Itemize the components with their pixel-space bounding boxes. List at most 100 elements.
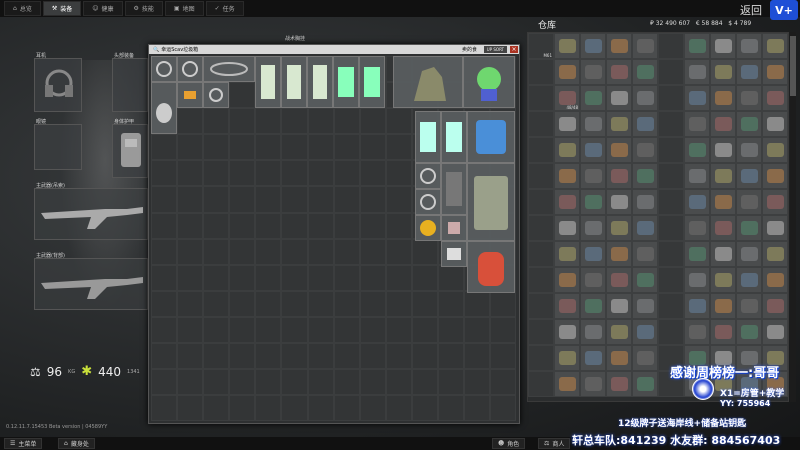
cable-item[interactable]	[151, 56, 177, 82]
stash-cell[interactable]	[658, 85, 684, 111]
stash-cell[interactable]	[710, 267, 736, 293]
container-cell[interactable]	[490, 316, 517, 344]
armor-slot[interactable]	[112, 124, 148, 178]
container-cell[interactable]	[307, 160, 334, 187]
container-cell[interactable]	[151, 238, 178, 265]
stash-cell[interactable]	[684, 319, 710, 345]
primary-weapon-back-slot[interactable]	[34, 258, 148, 310]
circuit-item[interactable]	[441, 111, 467, 163]
stash-cell[interactable]	[762, 163, 788, 189]
container-cell[interactable]	[177, 134, 204, 161]
stash-cell[interactable]	[528, 163, 554, 189]
container-cell[interactable]	[229, 395, 256, 422]
container-cell[interactable]	[255, 160, 282, 187]
container-cell[interactable]	[281, 108, 308, 135]
primary-weapon-sling-slot[interactable]	[34, 188, 148, 240]
container-cell[interactable]	[411, 264, 439, 291]
container-cell[interactable]	[229, 160, 256, 187]
container-cell[interactable]	[255, 290, 282, 317]
stash-scrollbar[interactable]	[790, 32, 796, 402]
container-cell[interactable]	[464, 369, 491, 396]
stash-cell[interactable]	[580, 163, 606, 189]
container-cell[interactable]	[307, 186, 334, 213]
main-menu-button[interactable]: ☰ 主菜单	[4, 438, 43, 449]
stash-cell[interactable]	[710, 85, 736, 111]
stash-cell[interactable]	[762, 137, 788, 163]
container-cell[interactable]	[203, 264, 230, 291]
stash-cell[interactable]	[528, 189, 554, 215]
container-cell[interactable]	[359, 395, 386, 422]
cable-item[interactable]	[415, 163, 441, 189]
stash-cell[interactable]	[762, 215, 788, 241]
stash-cell[interactable]	[710, 215, 736, 241]
stash-cell[interactable]: 48/48	[554, 85, 580, 111]
container-cell[interactable]	[177, 238, 204, 265]
stash-cell[interactable]	[632, 163, 658, 189]
stash-cell[interactable]	[762, 85, 788, 111]
stash-cell[interactable]	[710, 189, 736, 215]
container-cell[interactable]	[359, 160, 386, 187]
container-cell[interactable]	[281, 316, 308, 344]
stash-cell[interactable]	[632, 33, 658, 59]
stash-cell[interactable]	[658, 267, 684, 293]
container-cell[interactable]	[490, 290, 517, 317]
headwear-slot[interactable]	[112, 58, 148, 112]
stash-cell[interactable]	[580, 345, 606, 371]
water-canister-item[interactable]	[467, 111, 515, 163]
stash-cell[interactable]	[762, 267, 788, 293]
container-cell[interactable]	[177, 290, 204, 317]
stash-cell[interactable]	[684, 33, 710, 59]
container-cell[interactable]	[464, 290, 491, 317]
stash-cell[interactable]	[606, 163, 632, 189]
stash-cell[interactable]	[606, 137, 632, 163]
container-cell[interactable]	[333, 212, 360, 239]
container-cell[interactable]	[151, 316, 178, 344]
container-cell[interactable]	[151, 160, 178, 187]
container-cell[interactable]	[229, 369, 256, 396]
container-cell[interactable]	[281, 290, 308, 317]
container-cell[interactable]	[203, 186, 230, 213]
stash-cell[interactable]	[528, 111, 554, 137]
stash-cell[interactable]	[658, 293, 684, 319]
propane-tank-item[interactable]	[467, 241, 515, 293]
container-cell[interactable]	[177, 395, 204, 422]
stash-cell[interactable]	[554, 241, 580, 267]
stash-cell[interactable]	[580, 59, 606, 85]
container-cell[interactable]	[307, 212, 334, 239]
stash-cell[interactable]	[580, 241, 606, 267]
container-cell[interactable]	[151, 186, 178, 213]
stash-cell[interactable]	[736, 215, 762, 241]
container-cell[interactable]	[177, 108, 204, 135]
container-cell[interactable]	[385, 369, 412, 396]
container-cell[interactable]	[385, 238, 412, 265]
container-cell[interactable]	[359, 369, 386, 396]
stash-cell[interactable]	[632, 267, 658, 293]
scrollbar-thumb[interactable]	[790, 36, 796, 96]
container-cell[interactable]	[229, 108, 256, 135]
stash-cell[interactable]	[580, 189, 606, 215]
container-cell[interactable]	[307, 316, 334, 344]
stash-cell[interactable]	[632, 137, 658, 163]
container-cell[interactable]	[438, 369, 465, 396]
container-cell[interactable]	[438, 290, 465, 317]
stash-cell[interactable]	[710, 319, 736, 345]
stash-cell[interactable]	[710, 293, 736, 319]
tab-tasks[interactable]: ✓ 任务	[205, 1, 244, 16]
container-cell[interactable]	[151, 290, 178, 317]
stash-cell[interactable]	[580, 215, 606, 241]
stash-cell[interactable]	[736, 163, 762, 189]
stash-cell[interactable]	[528, 371, 554, 397]
container-cell[interactable]	[255, 238, 282, 265]
container-cell[interactable]	[203, 134, 230, 161]
stash-cell[interactable]	[606, 33, 632, 59]
container-cell[interactable]	[229, 212, 256, 239]
container-cell[interactable]	[464, 343, 491, 370]
container-cell[interactable]	[385, 316, 412, 344]
container-cell[interactable]	[490, 369, 517, 396]
stash-grid[interactable]: M61 48/48	[527, 32, 789, 402]
stash-cell[interactable]	[736, 319, 762, 345]
container-cell[interactable]	[229, 316, 256, 344]
stash-cell[interactable]	[528, 85, 554, 111]
stash-cell[interactable]	[528, 267, 554, 293]
stash-cell[interactable]	[528, 345, 554, 371]
